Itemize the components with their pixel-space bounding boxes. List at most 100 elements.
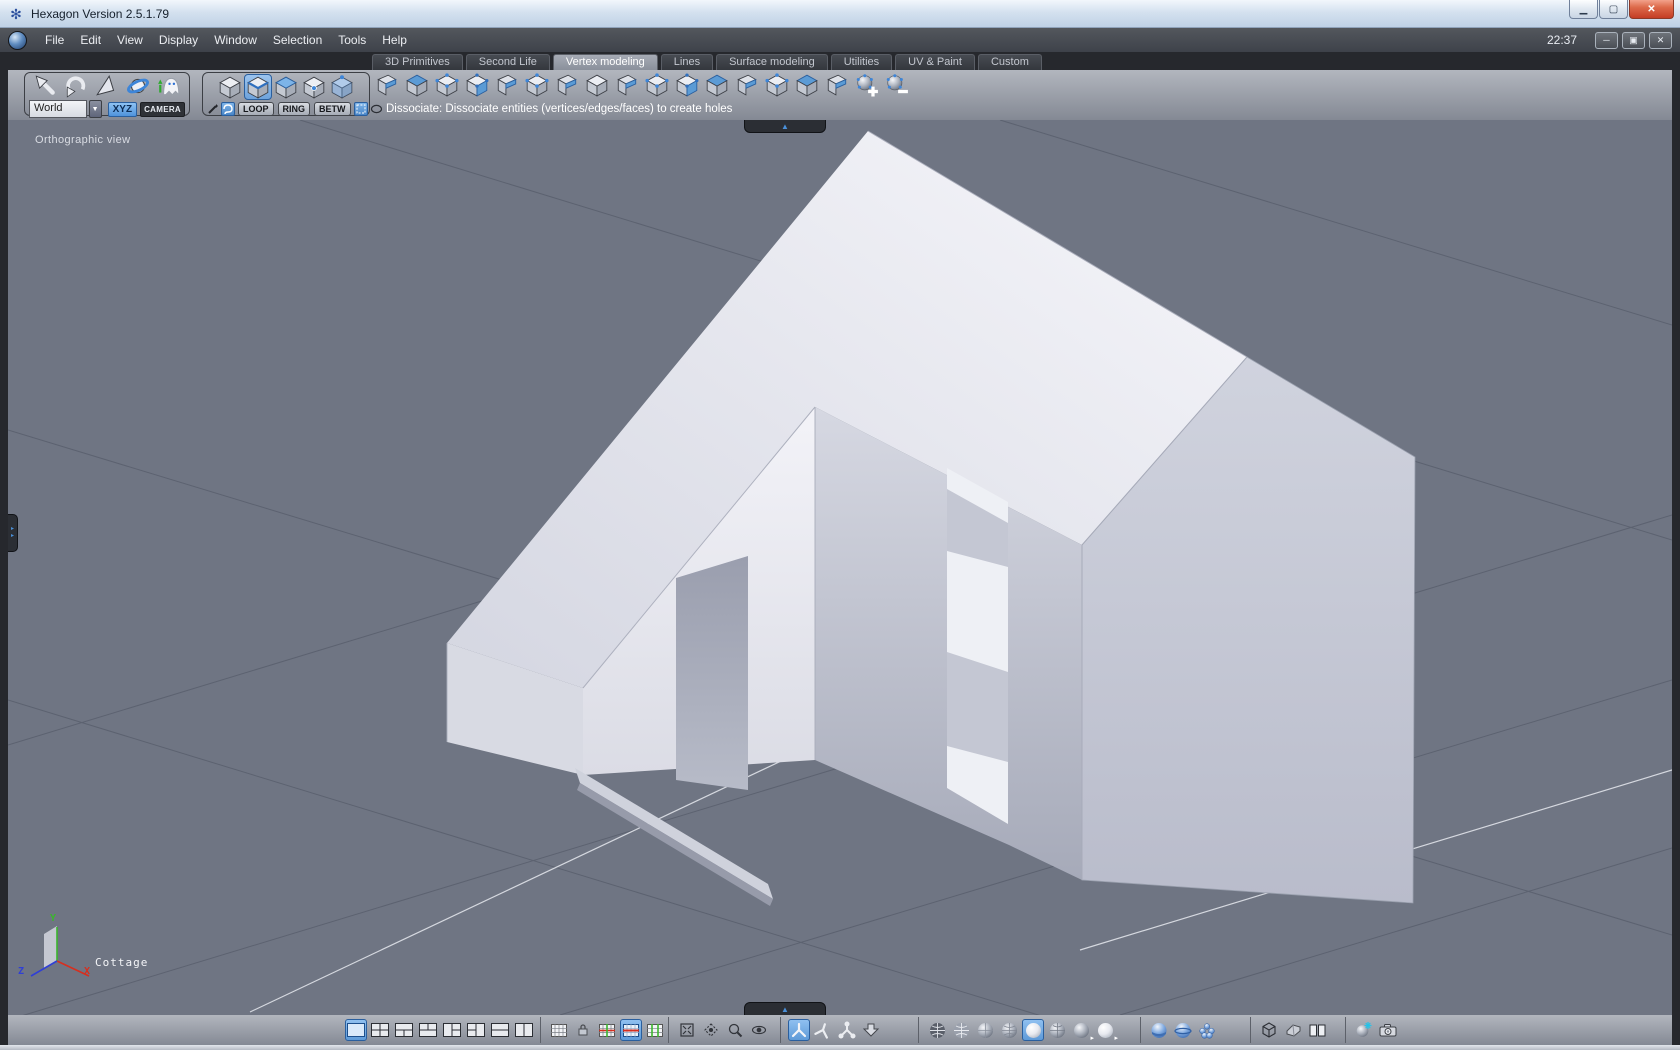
window-close-button[interactable]: ✕ [1629, 0, 1674, 19]
menu-window[interactable]: Window [206, 31, 265, 49]
window-minimize-button[interactable]: ▁ [1569, 0, 1598, 19]
viewport-layout-two-vertical-icon[interactable] [513, 1019, 535, 1041]
window-maximize-button[interactable]: ▢ [1599, 0, 1628, 19]
selection-mode-edge-icon[interactable] [244, 74, 272, 100]
viewport-layout-top2-bottom1-icon[interactable] [417, 1019, 439, 1041]
menu-edit[interactable]: Edit [72, 31, 109, 49]
tab-3d-primitives[interactable]: 3D Primitives [372, 54, 463, 70]
render-icon[interactable] [1353, 1019, 1375, 1041]
tab-utilities[interactable]: Utilities [830, 54, 893, 70]
fit-view-icon[interactable] [676, 1019, 698, 1041]
drop-object-icon[interactable] [860, 1019, 882, 1041]
grid-horizontal-icon[interactable] [620, 1019, 642, 1041]
tool-icon-01[interactable] [374, 73, 400, 97]
viewport-layout-left1-right2-icon[interactable] [441, 1019, 463, 1041]
tool-icon-03[interactable] [434, 73, 460, 97]
shading-textured-lit-icon[interactable]: ▸ [1094, 1019, 1118, 1042]
menu-tools[interactable]: Tools [330, 31, 374, 49]
scale-tool-icon[interactable] [94, 74, 120, 98]
tool-icon-09[interactable] [614, 73, 640, 97]
tool-icon-16[interactable] [824, 73, 850, 97]
title-bar[interactable]: ✻ Hexagon Version 2.5.1.79 ▁ ▢ ✕ [0, 0, 1680, 28]
tab-custom[interactable]: Custom [977, 54, 1042, 70]
zoom-box-icon[interactable] [724, 1019, 746, 1041]
shading-textured-icon[interactable]: ▸ [1070, 1019, 1094, 1042]
rotate-tool-icon[interactable] [63, 74, 89, 98]
shading-wireframe-icon[interactable] [926, 1019, 948, 1041]
center-selection-icon[interactable] [700, 1019, 722, 1041]
viewport-layout-single-icon[interactable] [345, 1019, 367, 1041]
viewport[interactable]: Orthographic view Cottage X Y Z ▲ ▲ ▸ ▸ [8, 120, 1672, 1015]
shading-hidden-line-icon[interactable] [950, 1019, 972, 1041]
paint-select-icon[interactable] [207, 102, 219, 116]
world-selector-arrow-icon[interactable]: ▼ [88, 100, 102, 118]
left-panel-handle[interactable]: ▸ ▸ [8, 514, 18, 552]
look-at-icon[interactable] [748, 1019, 770, 1041]
selection-mode-auto-icon[interactable] [216, 74, 244, 100]
manipulator-free-icon[interactable] [812, 1019, 834, 1041]
bottom-panel-handle[interactable]: ▲ [744, 1002, 826, 1015]
double-sided-icon[interactable] [1172, 1019, 1194, 1041]
shading-flat-wire-icon[interactable] [998, 1019, 1020, 1041]
menu-selection[interactable]: Selection [265, 31, 330, 49]
backface-culling-icon[interactable] [1148, 1019, 1170, 1041]
grid-lock-icon[interactable] [572, 1019, 594, 1041]
menu-view[interactable]: View [109, 31, 151, 49]
tool-icon-07[interactable] [554, 73, 580, 97]
tool-icon-04[interactable] [464, 73, 490, 97]
tab-vertex-modeling[interactable]: Vertex modeling [552, 54, 658, 70]
app-restore-button[interactable]: ▣ [1622, 31, 1645, 49]
tool-icon-15[interactable] [794, 73, 820, 97]
grid-vertical-icon[interactable] [644, 1019, 666, 1041]
shading-smooth-wire-icon[interactable] [1046, 1019, 1068, 1041]
tool-icon-05[interactable] [494, 73, 520, 97]
tab-surface-modeling[interactable]: Surface modeling [716, 54, 828, 70]
marquee-select-icon[interactable] [353, 102, 368, 116]
tab-uv-paint[interactable]: UV & Paint [895, 54, 975, 70]
grid-axes-icon[interactable] [596, 1019, 618, 1041]
manipulator-axes-icon[interactable] [788, 1019, 810, 1041]
split-panels-icon[interactable] [1306, 1019, 1328, 1041]
wireframe-box-icon[interactable] [1258, 1019, 1280, 1041]
tool-icon-06[interactable] [524, 73, 550, 97]
app-minimize-button[interactable]: ─ [1595, 31, 1618, 49]
tool-icon-12[interactable] [704, 73, 730, 97]
world-selector[interactable]: World [29, 100, 87, 118]
tool-icon-08[interactable] [584, 73, 610, 97]
tab-second-life[interactable]: Second Life [465, 54, 550, 70]
soft-selection-icon[interactable] [1196, 1019, 1218, 1041]
viewport-layout-left2-right1-icon[interactable] [465, 1019, 487, 1041]
cottage-model[interactable] [446, 130, 1416, 906]
viewport-layout-quad-icon[interactable] [369, 1019, 391, 1041]
selection-mode-point-icon[interactable] [300, 74, 328, 100]
viewport-layout-top1-bottom2-icon[interactable] [393, 1019, 415, 1041]
manipulator-screen-icon[interactable] [836, 1019, 858, 1041]
menu-help[interactable]: Help [374, 31, 415, 49]
menu-display[interactable]: Display [151, 31, 206, 49]
loop-button[interactable]: LOOP [238, 102, 274, 116]
render-camera-icon[interactable] [1377, 1019, 1399, 1041]
universal-manipulator-icon[interactable] [125, 74, 151, 98]
select-arrow-icon[interactable] [32, 74, 58, 98]
selection-mode-face-icon[interactable] [272, 74, 300, 100]
ellipse-select-icon[interactable] [370, 102, 383, 116]
camera-button[interactable]: CAMERA [140, 101, 185, 117]
selection-mode-object-icon[interactable] [328, 74, 356, 100]
menu-file[interactable]: File [37, 31, 72, 49]
smoothing-minus-icon[interactable] [884, 73, 910, 97]
ghost-icon[interactable] [156, 74, 182, 98]
lasso-select-icon[interactable] [221, 102, 235, 116]
grid-icon[interactable] [548, 1019, 570, 1041]
between-button[interactable]: BETW [314, 102, 351, 116]
shading-smooth-icon[interactable] [1022, 1019, 1044, 1041]
smoothing-plus-icon[interactable] [854, 73, 880, 97]
tool-icon-02[interactable] [404, 73, 430, 97]
shading-flat-icon[interactable] [974, 1019, 996, 1041]
top-panel-handle[interactable]: ▲ [744, 120, 826, 133]
tool-icon-14[interactable] [764, 73, 790, 97]
ring-button[interactable]: RING [277, 102, 311, 116]
xyz-button[interactable]: XYZ [107, 101, 138, 117]
app-close-button[interactable]: ✕ [1649, 31, 1672, 49]
viewport-layout-two-horizontal-icon[interactable] [489, 1019, 511, 1041]
tab-lines[interactable]: Lines [660, 54, 714, 70]
